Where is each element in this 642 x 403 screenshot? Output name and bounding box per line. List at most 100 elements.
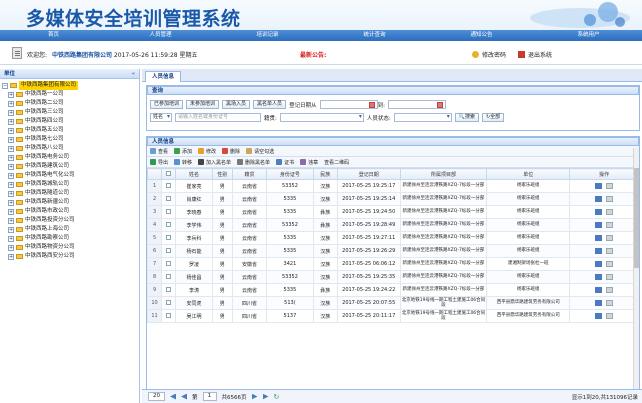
violation-button[interactable]: 违章 <box>300 159 318 166</box>
blacklist-button[interactable]: 黑名单人员 <box>253 100 287 109</box>
tree-item[interactable]: + 中铁西路建筑公司 <box>2 162 139 171</box>
qrcode-button[interactable]: 查看二维码 <box>324 159 349 166</box>
print-icon[interactable] <box>595 248 603 254</box>
row-checkbox[interactable] <box>161 231 177 245</box>
view-button[interactable]: 查看 <box>150 148 168 155</box>
table-row[interactable]: 11 吴江明男四川省 5137 汉族 2017-05-25 20:11:17 北京地铁19… <box>146 309 639 323</box>
header-checkbox[interactable] <box>161 168 177 180</box>
document-icon[interactable] <box>606 300 614 306</box>
table-row[interactable]: 4 李学伟男云南省 53352 彝族 2017-05-25 19:28:49 新建徐州至连… <box>146 218 639 232</box>
calendar-icon[interactable] <box>436 101 443 108</box>
tree-item[interactable]: + 中铁西路三公司 <box>2 108 139 117</box>
collapse-icon[interactable]: « <box>131 69 135 79</box>
refresh-icon[interactable]: ↻ <box>274 393 280 401</box>
nav-training-records[interactable]: 培训记录 <box>214 30 321 41</box>
clear-check-button[interactable]: 请空勾选 <box>246 148 274 155</box>
header-date[interactable]: 登记日期 <box>336 168 401 180</box>
plus-icon[interactable]: + <box>8 91 14 98</box>
nav-notices[interactable]: 通知公告 <box>428 30 535 41</box>
tree-item[interactable]: + 中铁西路电务公司 <box>2 153 139 162</box>
export-button[interactable]: 导出 <box>150 159 168 166</box>
print-icon[interactable] <box>595 183 603 189</box>
tree-item[interactable]: + 中铁西路隧道公司 <box>2 189 139 198</box>
tree-item[interactable]: + 中铁西路八公司 <box>2 144 139 153</box>
status-select[interactable] <box>393 113 452 122</box>
table-row[interactable]: 3 李晓春男云南省 5335 彝族 2017-05-25 19:24:50 新建徐州至连云… <box>146 205 639 219</box>
header-name[interactable]: 姓名 <box>175 168 213 180</box>
calendar-icon[interactable] <box>368 101 375 108</box>
add-blacklist-button[interactable]: 加入黑名单 <box>198 159 231 166</box>
plus-icon[interactable]: + <box>8 226 14 233</box>
row-checkbox[interactable] <box>161 205 177 219</box>
table-row[interactable]: 8 杨佳昌男云南省 53352 汉族 2017-05-25 19:25:35 新建徐州至连… <box>146 270 639 284</box>
logout-link[interactable]: 退出系统 <box>517 50 552 59</box>
document-icon[interactable] <box>606 261 614 267</box>
plus-icon[interactable]: + <box>8 181 14 188</box>
document-icon[interactable] <box>606 248 614 254</box>
edit-button[interactable]: 修改 <box>198 148 216 155</box>
table-row[interactable]: 6 杨石能男云南省 5335 汉族 2017-05-25 19:26:29 新建徐州至连云… <box>146 244 639 258</box>
search-button[interactable]: 🔍搜索 <box>454 113 479 122</box>
print-icon[interactable] <box>595 300 603 306</box>
print-icon[interactable] <box>595 287 603 293</box>
plus-icon[interactable]: + <box>8 109 14 116</box>
row-checkbox[interactable] <box>161 218 177 232</box>
plus-icon[interactable]: + <box>8 235 14 242</box>
document-icon[interactable] <box>606 196 614 202</box>
print-icon[interactable] <box>595 235 603 241</box>
plus-icon[interactable]: + <box>8 208 14 215</box>
tab-person-info[interactable]: 人员信息 <box>145 71 182 82</box>
transfer-button[interactable]: 转移 <box>174 159 192 166</box>
print-icon[interactable] <box>595 222 603 228</box>
document-icon[interactable] <box>606 209 614 215</box>
row-checkbox[interactable] <box>161 179 177 193</box>
page-size-select[interactable]: 20 <box>148 392 165 401</box>
header-origin[interactable]: 籍贯 <box>231 168 268 180</box>
last-page-icon[interactable] <box>262 393 269 400</box>
document-icon[interactable] <box>606 287 614 293</box>
tree-item[interactable]: + 中铁西路七公司 <box>2 135 139 144</box>
print-icon[interactable] <box>595 196 603 202</box>
plus-icon[interactable]: + <box>8 127 14 134</box>
row-checkbox[interactable] <box>161 257 177 271</box>
tree-root[interactable]: − 中铁西路集团有限公司 <box>2 81 139 90</box>
row-checkbox[interactable] <box>161 309 177 323</box>
plus-icon[interactable]: + <box>8 172 14 179</box>
tree-item[interactable]: + 中铁西路城轨公司 <box>2 180 139 189</box>
nav-statistics[interactable]: 统计查询 <box>321 30 428 41</box>
certificate-button[interactable]: 证书 <box>276 159 294 166</box>
document-icon[interactable] <box>606 183 614 189</box>
all-button[interactable]: ↻全部 <box>481 113 505 122</box>
plus-icon[interactable]: + <box>8 100 14 107</box>
plus-icon[interactable]: + <box>8 199 14 206</box>
tree-item[interactable]: + 中铁西路新疆公司 <box>2 198 139 207</box>
header-id[interactable]: 身份证号 <box>266 168 314 180</box>
next-page-icon[interactable] <box>251 393 258 400</box>
tree-item[interactable]: + 中铁西路电气化公司 <box>2 171 139 180</box>
row-checkbox[interactable] <box>161 244 177 258</box>
add-button[interactable]: 添加 <box>174 148 192 155</box>
row-checkbox[interactable] <box>161 296 177 310</box>
print-icon[interactable] <box>595 274 603 280</box>
tree-item[interactable]: + 中铁西路勘察公司 <box>2 234 139 243</box>
print-icon[interactable] <box>595 261 603 267</box>
header-unit[interactable]: 单位 <box>486 168 571 180</box>
table-row[interactable]: 2 肖康红男云南省 5335 汉族 2017-05-25 19:25:14 新建徐州至连云… <box>146 192 639 206</box>
nav-home[interactable]: 首页 <box>0 30 107 41</box>
plus-icon[interactable]: + <box>8 163 14 170</box>
nav-system-users[interactable]: 系统用户 <box>535 30 642 41</box>
name-select[interactable]: 姓名 <box>150 113 172 122</box>
remove-blacklist-button[interactable]: 删除黑名单 <box>237 159 270 166</box>
tree-item[interactable]: + 中铁西路一公司 <box>2 90 139 99</box>
tree-item[interactable]: + 中铁西路物资分公司 <box>2 243 139 252</box>
table-row[interactable]: 10 安同虎男四川省 513(汉族 2017-05-25 20:07:55 北京地铁19… <box>146 296 639 310</box>
row-checkbox[interactable] <box>161 270 177 284</box>
tree-item[interactable]: + 中铁西路五公司 <box>2 126 139 135</box>
left-site-button[interactable]: 黑场入员 <box>222 100 251 109</box>
tree-item[interactable]: + 中铁西路投资分公司 <box>2 216 139 225</box>
plus-icon[interactable]: + <box>8 190 14 197</box>
row-checkbox[interactable] <box>161 192 177 206</box>
prev-page-icon[interactable] <box>181 393 187 400</box>
document-icon[interactable] <box>606 274 614 280</box>
tree-item[interactable]: + 中铁西路上海公司 <box>2 225 139 234</box>
